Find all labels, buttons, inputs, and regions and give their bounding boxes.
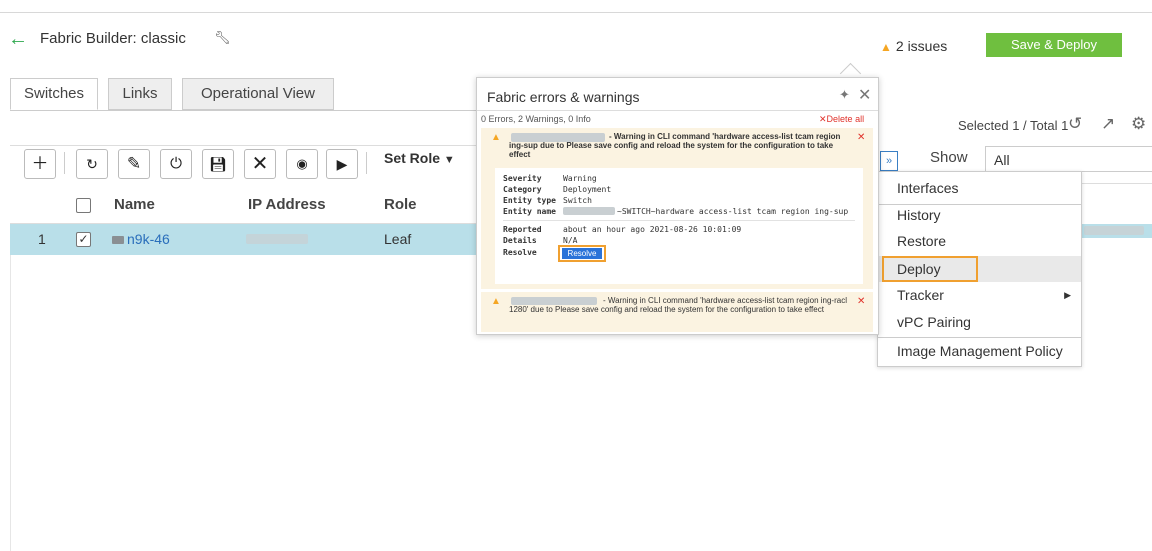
menu-item-vpc-pairing[interactable]: vPC Pairing bbox=[878, 309, 1081, 335]
dismiss-icon[interactable]: ✕ bbox=[857, 296, 865, 307]
row-checkbox[interactable]: ✓ bbox=[76, 232, 91, 247]
redacted-value bbox=[1084, 226, 1144, 235]
gear-icon[interactable]: ⚙ bbox=[1131, 114, 1146, 134]
select-all-checkbox[interactable] bbox=[76, 198, 91, 213]
value-details: N/A bbox=[563, 236, 578, 245]
value-entity-name: ~SWITCH~hardware access-list tcam region… bbox=[617, 207, 849, 216]
redacted-entity bbox=[563, 207, 615, 215]
tracker-label: Tracker bbox=[897, 287, 944, 303]
menu-item-interfaces[interactable]: Interfaces bbox=[878, 175, 1081, 201]
selection-count: Selected 1 / Total 1 bbox=[958, 118, 1069, 133]
fabric-errors-popup: Fabric errors & warnings ✦ ✕ 0 Errors, 2… bbox=[476, 77, 879, 335]
panel-border bbox=[10, 255, 11, 551]
issues-indicator[interactable]: ▲ 2 issues bbox=[880, 38, 947, 54]
warning-details: Severity Warning Category Deployment Ent… bbox=[495, 168, 863, 284]
delete-all-label: Delete all bbox=[826, 114, 865, 124]
back-arrow-icon[interactable]: ← bbox=[8, 29, 28, 49]
export-icon[interactable]: ↗ bbox=[1101, 114, 1115, 134]
deploy-highlight bbox=[882, 256, 978, 282]
warning-triangle-icon: ▲ bbox=[491, 296, 501, 307]
chevron-right-icon: ▶ bbox=[1064, 290, 1071, 300]
toolbar-divider bbox=[10, 145, 480, 146]
label-resolve: Resolve bbox=[503, 248, 537, 257]
menu-item-history[interactable]: History bbox=[878, 202, 1081, 228]
top-divider bbox=[0, 12, 1152, 13]
add-icon[interactable]: ＋ bbox=[24, 149, 56, 179]
ip-address-redacted bbox=[246, 234, 308, 244]
view-tabs: Switches Links Operational View bbox=[10, 78, 482, 111]
row-role: Leaf bbox=[384, 231, 412, 247]
play-icon[interactable]: ▶ bbox=[326, 149, 358, 179]
menu-item-image-management-policy[interactable]: Image Management Policy bbox=[878, 338, 1081, 364]
wrench-icon[interactable]: 🔧︎ bbox=[214, 30, 231, 46]
dismiss-icon[interactable]: ✕ bbox=[857, 132, 865, 143]
set-role-dropdown[interactable]: Set Role ▼ bbox=[384, 150, 455, 166]
label-entity-type: Entity type bbox=[503, 196, 556, 205]
warning-icon: ▲ bbox=[880, 40, 892, 54]
menu-item-restore[interactable]: Restore bbox=[878, 228, 1081, 254]
set-role-label: Set Role bbox=[384, 150, 441, 166]
pin-icon[interactable]: ✦ bbox=[839, 87, 850, 103]
save-icon[interactable]: 💾︎ bbox=[202, 149, 234, 179]
switch-name-link[interactable]: n9k-46 bbox=[112, 231, 170, 247]
delete-all-link[interactable]: ✕Delete all bbox=[819, 114, 864, 125]
label-details: Details bbox=[503, 236, 537, 245]
delete-icon[interactable]: ✕ bbox=[244, 149, 276, 179]
expand-columns-icon[interactable]: » bbox=[880, 151, 898, 171]
toolbar-separator bbox=[64, 152, 65, 174]
menu-item-tracker[interactable]: Tracker ▶ bbox=[878, 282, 1081, 308]
delete-x-icon: ✕ bbox=[819, 114, 827, 124]
caret-down-icon: ▼ bbox=[443, 154, 455, 166]
column-name[interactable]: Name bbox=[114, 196, 155, 213]
column-role[interactable]: Role bbox=[384, 196, 417, 213]
show-filter-select[interactable]: All bbox=[985, 146, 1152, 172]
value-entity-type: Switch bbox=[563, 196, 592, 205]
popup-summary: 0 Errors, 2 Warnings, 0 Info bbox=[481, 114, 591, 124]
toolbar-separator bbox=[366, 152, 367, 174]
warning-item: ▲ - Warning in CLI command 'hardware acc… bbox=[481, 292, 873, 332]
label-reported: Reported bbox=[503, 225, 542, 234]
save-deploy-button[interactable]: Save & Deploy bbox=[986, 33, 1122, 57]
warning-message: - Warning in CLI command 'hardware acces… bbox=[509, 132, 841, 159]
close-icon[interactable]: ✕ bbox=[858, 85, 871, 105]
refresh-icon[interactable]: ↻ bbox=[76, 149, 108, 179]
switch-name: n9k-46 bbox=[127, 231, 170, 247]
warning-message: - Warning in CLI command 'hardware acces… bbox=[509, 296, 847, 314]
popup-divider bbox=[477, 110, 878, 111]
value-category: Deployment bbox=[563, 185, 612, 194]
switch-context-menu: Interfaces History Restore Deploy Tracke… bbox=[877, 171, 1082, 367]
label-severity: Severity bbox=[503, 174, 542, 183]
value-reported: about an hour ago 2021-08-26 10:01:09 bbox=[563, 225, 742, 234]
popup-title: Fabric errors & warnings bbox=[487, 89, 640, 105]
title-prefix: Fabric Builder: bbox=[40, 30, 141, 47]
menu-item-deploy[interactable]: Deploy bbox=[878, 256, 1081, 282]
label-entity-name: Entity name bbox=[503, 207, 556, 216]
view-icon[interactable]: ◉ bbox=[286, 149, 318, 179]
tab-links[interactable]: Links bbox=[108, 78, 172, 110]
value-severity: Warning bbox=[563, 174, 597, 183]
column-ip-address[interactable]: IP Address bbox=[248, 196, 326, 213]
edit-icon[interactable]: ✎ bbox=[118, 149, 150, 179]
tab-operational-view[interactable]: Operational View bbox=[182, 78, 334, 110]
row-index: 1 bbox=[38, 231, 46, 247]
warning-item: ▲ - Warning in CLI command 'hardware acc… bbox=[481, 128, 873, 289]
resolve-button[interactable]: Resolve bbox=[562, 248, 602, 259]
reset-icon[interactable]: ↺ bbox=[1068, 114, 1082, 134]
tab-switches[interactable]: Switches bbox=[10, 78, 98, 110]
page-title: Fabric Builder: classic bbox=[40, 30, 186, 47]
fabric-name: classic bbox=[140, 30, 186, 47]
switch-icon bbox=[112, 236, 124, 244]
warning-triangle-icon: ▲ bbox=[491, 132, 501, 143]
issues-count: 2 issues bbox=[895, 38, 948, 54]
table-row-continuation bbox=[1080, 224, 1152, 238]
details-divider bbox=[503, 220, 855, 221]
show-label: Show bbox=[930, 149, 968, 166]
power-icon[interactable]: ⏻ bbox=[160, 149, 192, 179]
label-category: Category bbox=[503, 185, 542, 194]
